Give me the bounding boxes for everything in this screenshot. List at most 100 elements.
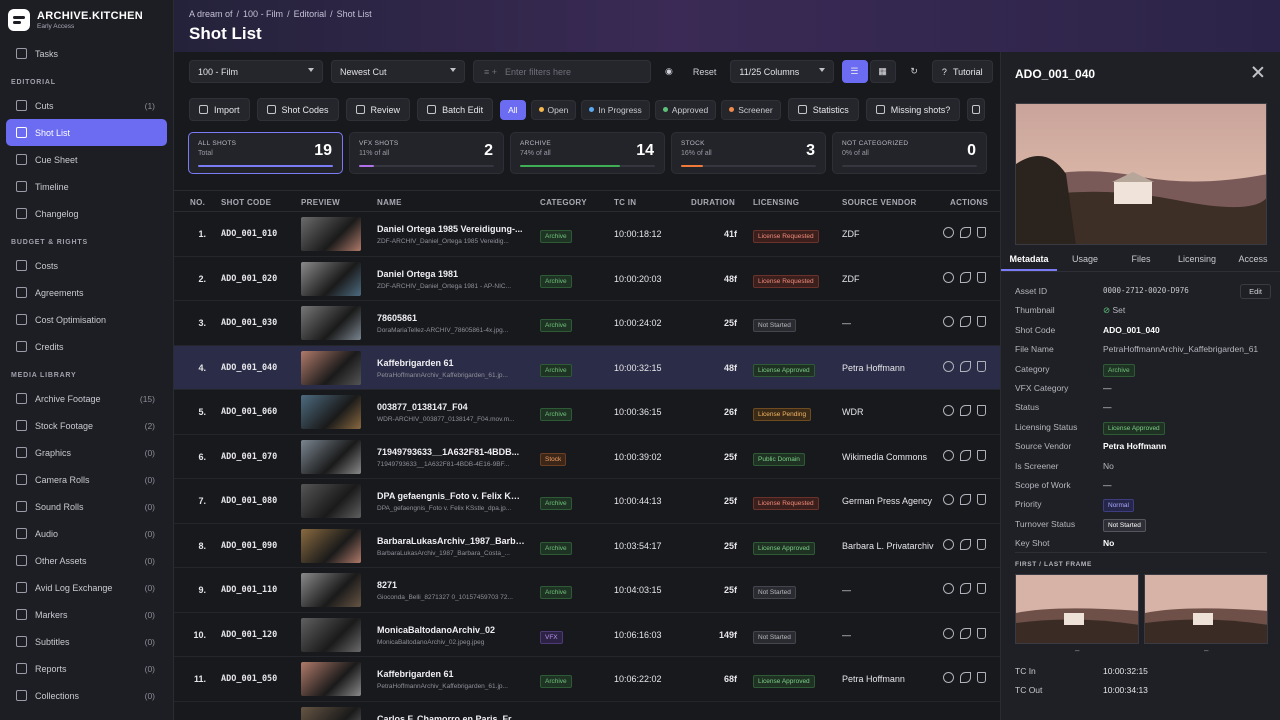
trash-icon[interactable] [977, 672, 986, 683]
shot-codes-button[interactable]: Shot Codes [256, 98, 339, 121]
breadcrumb-item[interactable]: Editorial [294, 9, 327, 19]
first-frame-image[interactable] [1015, 574, 1139, 644]
col-source-vendor[interactable]: SOURCE VENDOR [842, 198, 917, 207]
tutorial-button[interactable]: ? Tutorial [931, 60, 993, 83]
breadcrumb-item[interactable]: A dream of [189, 9, 233, 19]
panel-tab-access[interactable]: Access [1225, 248, 1280, 271]
col-no[interactable]: NO. [190, 198, 205, 207]
sidebar-item-collections[interactable]: Collections (0) [6, 682, 167, 709]
breadcrumb-item[interactable]: Shot List [337, 9, 372, 19]
row-preview-thumbnail[interactable] [301, 306, 361, 340]
sidebar-item-cue-sheet[interactable]: Cue Sheet [6, 146, 167, 173]
summary-card-all-shots[interactable]: ALL SHOTS Total 19 [188, 132, 343, 174]
hide-icon[interactable] [960, 271, 971, 283]
col-shot-code[interactable]: SHOT CODE [221, 198, 271, 207]
sidebar-item-timeline[interactable]: Timeline [6, 173, 167, 200]
row-preview-thumbnail[interactable] [301, 217, 361, 251]
grid-view-button[interactable]: ▦ [870, 60, 897, 83]
col-preview[interactable]: PREVIEW [301, 198, 340, 207]
hide-icon[interactable] [960, 449, 971, 461]
row-preview-thumbnail[interactable] [301, 439, 361, 474]
info-icon[interactable] [943, 583, 954, 594]
info-icon[interactable] [943, 405, 954, 416]
table-row[interactable]: 3. ADO_001_030 78605861 DoraMariaTellez-ARC… [174, 301, 1000, 346]
info-icon[interactable] [943, 449, 954, 461]
info-icon[interactable] [943, 672, 954, 683]
export-button[interactable] [967, 98, 986, 121]
status-chip-approved[interactable]: Approved [654, 99, 717, 120]
sidebar-item-changelog[interactable]: Changelog [6, 200, 167, 227]
panel-tab-usage[interactable]: Usage [1057, 248, 1113, 271]
trash-icon[interactable] [977, 538, 986, 550]
trash-icon[interactable] [977, 405, 986, 416]
last-frame-image[interactable] [1144, 574, 1268, 644]
col-name[interactable]: NAME [377, 198, 402, 207]
table-row[interactable]: Carlos F. Chamorro en Paris_Fran... [174, 702, 1000, 720]
table-row[interactable]: 4. ADO_001_040 Kaffebrigarden 61 PetraHoffm… [174, 345, 1000, 390]
row-preview-thumbnail[interactable] [301, 261, 361, 296]
sidebar-item-stock-footage[interactable]: Stock Footage (2) [6, 412, 167, 439]
table-row[interactable]: 6. ADO_001_070 71949793633__1A632F81-4BDB.… [174, 435, 1000, 479]
status-chip-all[interactable]: All [500, 99, 526, 120]
row-preview-thumbnail[interactable] [301, 617, 361, 652]
status-chip-in-progress[interactable]: In Progress [581, 99, 650, 120]
hide-icon[interactable] [960, 538, 971, 550]
trash-icon[interactable] [977, 316, 986, 327]
table-row[interactable]: 11. ADO_001_050 Kaffebrigarden 61 PetraHoff… [174, 657, 1000, 702]
hide-icon[interactable] [960, 405, 971, 416]
sidebar-item-credits[interactable]: Credits [6, 333, 167, 360]
reset-button[interactable]: Reset [687, 67, 723, 77]
sidebar-item-markers[interactable]: Markers (0) [6, 601, 167, 628]
sidebar-item-other-assets[interactable]: Other Assets (0) [6, 547, 167, 574]
batch-edit-button[interactable]: Batch Edit [417, 98, 494, 121]
summary-card-stock[interactable]: STOCK 16% of all 3 [671, 132, 826, 174]
sidebar-item-avid-log-exchange[interactable]: Avid Log Exchange (0) [6, 574, 167, 601]
status-chip-open[interactable]: Open [530, 99, 577, 120]
trash-icon[interactable] [977, 494, 986, 505]
project-select[interactable]: 100 - Film [189, 60, 323, 83]
info-icon[interactable] [943, 627, 954, 639]
status-chip-screener[interactable]: Screener [721, 99, 781, 120]
columns-select[interactable]: 11/25 Columns [730, 60, 835, 83]
table-row[interactable]: 1. ADO_001_010 Daniel Ortega 1985 Vereidig… [174, 212, 1000, 257]
trash-icon[interactable] [977, 227, 986, 238]
col-tc-in[interactable]: TC IN [614, 198, 636, 207]
info-icon[interactable] [943, 271, 954, 283]
table-row[interactable]: 8. ADO_001_090 BarbaraLukasArchiv_1987_Bar… [174, 524, 1000, 568]
filter-input[interactable]: ≡ + Enter filters here [473, 60, 651, 83]
sidebar-item-archive-footage[interactable]: Archive Footage (15) [6, 385, 167, 412]
sidebar-item-reports[interactable]: Reports (0) [6, 655, 167, 682]
edit-button[interactable]: Edit [1240, 284, 1271, 299]
row-preview-thumbnail[interactable] [301, 395, 361, 429]
table-row[interactable]: 9. ADO_001_110 8271 Gioconda_Belli_8271327 … [174, 568, 1000, 613]
info-icon[interactable] [943, 494, 954, 505]
summary-card-archive[interactable]: ARCHIVE 74% of all 14 [510, 132, 665, 174]
hide-icon[interactable] [960, 227, 971, 238]
row-preview-thumbnail[interactable] [301, 350, 361, 385]
row-preview-thumbnail[interactable] [301, 528, 361, 563]
refresh-icon[interactable]: ↻ [904, 66, 924, 77]
sidebar-item-subtitles[interactable]: Subtitles (0) [6, 628, 167, 655]
hide-icon[interactable]: ◉ [659, 66, 679, 77]
row-preview-thumbnail[interactable] [301, 484, 361, 518]
panel-tab-files[interactable]: Files [1113, 248, 1169, 271]
table-row[interactable]: 2. ADO_001_020 Daniel Ortega 1981 ZDF-ARCHI… [174, 257, 1000, 301]
statistics-button[interactable]: Statistics [787, 98, 859, 121]
panel-tab-metadata[interactable]: Metadata [1001, 248, 1057, 271]
trash-icon[interactable] [977, 583, 986, 594]
sidebar-item-costs[interactable]: Costs [6, 252, 167, 279]
col-licensing[interactable]: LICENSING [753, 198, 799, 207]
hide-icon[interactable] [960, 672, 971, 683]
missing-shots-button[interactable]: Missing shots? [865, 98, 961, 121]
hide-icon[interactable] [960, 627, 971, 639]
brand[interactable]: ARCHIVE.KITCHEN Early Access [0, 0, 173, 40]
col-category[interactable]: CATEGORY [540, 198, 587, 207]
list-view-button[interactable]: ☰ [842, 60, 869, 83]
panel-preview-image[interactable] [1015, 103, 1267, 245]
hide-icon[interactable] [960, 583, 971, 594]
row-preview-thumbnail[interactable] [301, 573, 361, 607]
sidebar-item-sound-rolls[interactable]: Sound Rolls (0) [6, 493, 167, 520]
info-icon[interactable] [943, 360, 954, 372]
close-icon[interactable] [1252, 66, 1264, 78]
info-icon[interactable] [943, 316, 954, 327]
